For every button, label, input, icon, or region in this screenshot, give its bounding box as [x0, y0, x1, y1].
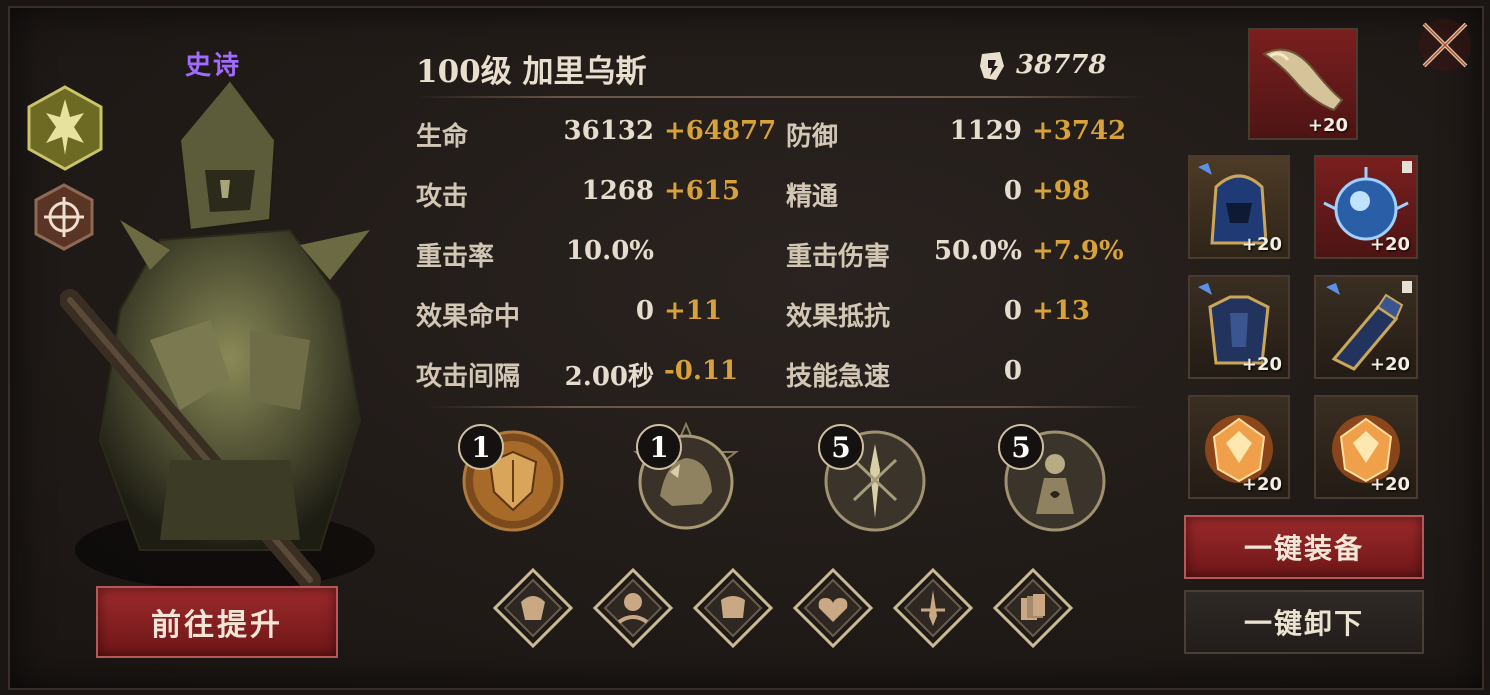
- stat-label-crit-dmg: 重击伤害: [786, 242, 891, 272]
- stat-label-effect-hit: 效果命中: [416, 302, 521, 332]
- rune-3-icon[interactable]: [693, 568, 773, 648]
- equipment-slot-gem[interactable]: +20: [1314, 395, 1418, 499]
- equipment-slot-gauntlet[interactable]: +20: [1314, 275, 1418, 379]
- equipment-slot-gem[interactable]: +20: [1188, 395, 1290, 499]
- stat-base-crit-dmg: 50.0%: [933, 236, 1022, 266]
- stat-base-crit-rate: 10.0%: [565, 236, 654, 266]
- promote-button[interactable]: 前往提升: [96, 586, 338, 658]
- rune-stack-icon[interactable]: [993, 568, 1073, 648]
- close-button[interactable]: [1416, 16, 1474, 74]
- hero-portrait: [60, 80, 375, 590]
- stat-base-mastery: 0: [1003, 176, 1022, 206]
- unequip-all-button[interactable]: 一键卸下: [1184, 590, 1424, 654]
- stat-label-effect-res: 效果抵抗: [786, 302, 891, 332]
- equipment-slot-armor[interactable]: +20: [1188, 275, 1290, 379]
- stat-bonus-atk-interval: -0.11: [664, 356, 739, 386]
- enhance-level: +20: [1369, 474, 1410, 495]
- stats-divider: [426, 406, 1146, 408]
- stat-base-effect-res: 0: [1003, 296, 1022, 326]
- stat-base-effect-hit: 0: [635, 296, 654, 326]
- stat-base-skill-haste: 0: [1003, 356, 1022, 386]
- rune-sword-icon[interactable]: [893, 568, 973, 648]
- stat-bonus-crit-dmg: +7.9%: [1032, 236, 1124, 266]
- stat-base-atk-interval: 2.00秒: [564, 362, 654, 392]
- stat-bonus-def: +3742: [1032, 116, 1127, 146]
- enhance-level: +20: [1369, 354, 1410, 375]
- stat-bonus-atk: +615: [664, 176, 741, 206]
- stat-base-def: 1129: [949, 116, 1022, 146]
- rune-1-icon[interactable]: [493, 568, 573, 648]
- stat-label-atk-interval: 攻击间隔: [416, 362, 521, 392]
- close-icon: [1419, 19, 1471, 71]
- stat-label-mastery: 精通: [786, 182, 839, 212]
- stat-bonus-effect-res: +13: [1032, 296, 1090, 326]
- skill-level-badge: 5: [998, 424, 1044, 470]
- skill-level-badge: 1: [458, 424, 504, 470]
- stat-label-hp: 生命: [416, 122, 469, 152]
- combat-power-value: 38778: [1016, 50, 1107, 80]
- enhance-level: +20: [1307, 115, 1348, 136]
- enhance-level: +20: [1241, 474, 1282, 495]
- power-icon: [980, 52, 1004, 80]
- skill-level-badge: 5: [818, 424, 864, 470]
- stat-label-skill-haste: 技能急速: [786, 362, 891, 392]
- stat-base-atk: 1268: [581, 176, 654, 206]
- enhance-level: +20: [1369, 234, 1410, 255]
- stat-label-def: 防御: [786, 122, 839, 152]
- title-divider: [416, 96, 1146, 98]
- skill-level-badge: 1: [636, 424, 682, 470]
- stat-label-atk: 攻击: [416, 182, 469, 212]
- stat-bonus-effect-hit: +11: [664, 296, 722, 326]
- rune-2-icon[interactable]: [593, 568, 673, 648]
- stat-bonus-mastery: +98: [1032, 176, 1090, 206]
- accessory-slot[interactable]: +20: [1248, 28, 1358, 140]
- equipment-slot-orb[interactable]: +20: [1314, 155, 1418, 259]
- equipment-slot-helmet[interactable]: +20: [1188, 155, 1290, 259]
- equip-all-button[interactable]: 一键装备: [1184, 515, 1424, 579]
- stat-base-hp: 36132: [563, 116, 654, 146]
- stat-label-crit-rate: 重击率: [416, 242, 495, 272]
- hero-title: 100级 加里乌斯: [416, 54, 647, 90]
- enhance-level: +20: [1241, 234, 1282, 255]
- stat-bonus-hp: +64877: [664, 116, 777, 146]
- rarity-label: 史诗: [185, 51, 242, 81]
- rune-heart-icon[interactable]: [793, 568, 873, 648]
- enhance-level: +20: [1241, 354, 1282, 375]
